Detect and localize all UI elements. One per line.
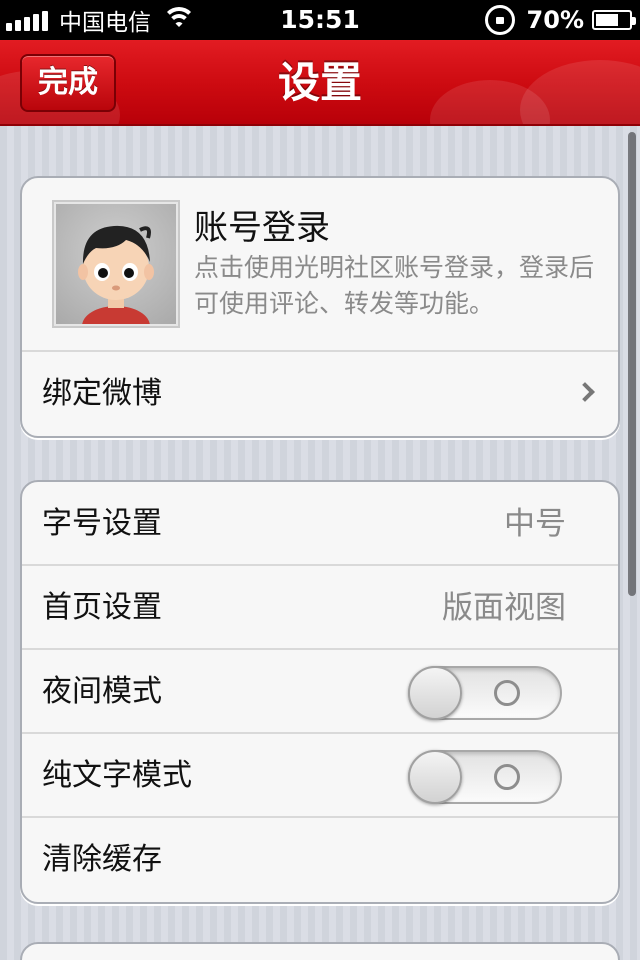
- battery-percent: 70%: [526, 6, 584, 34]
- account-login-description: 点击使用光明社区账号登录，登录后可使用评论、转发等功能。: [194, 253, 595, 318]
- cartoon-avatar-icon: [78, 225, 154, 326]
- avatar-image: [56, 204, 176, 326]
- settings-content[interactable]: 账号登录 点击使用光明社区账号登录，登录后可使用评论、转发等功能。 绑定微博 字…: [0, 126, 640, 960]
- font-size-row[interactable]: 字号设置 中号: [22, 482, 618, 566]
- bind-weibo-label: 绑定微博: [42, 376, 162, 411]
- font-size-label: 字号设置: [42, 506, 162, 541]
- chevron-right-icon: [575, 382, 595, 402]
- night-mode-toggle[interactable]: [408, 666, 562, 720]
- text-only-label: 纯文字模式: [42, 758, 192, 793]
- account-group: 账号登录 点击使用光明社区账号登录，登录后可使用评论、转发等功能。 绑定微博: [20, 176, 620, 438]
- avatar: [52, 200, 180, 328]
- text-only-row: 纯文字模式: [22, 734, 618, 818]
- home-page-row[interactable]: 首页设置 版面视图: [22, 566, 618, 650]
- navigation-bar: 完成 设置: [0, 40, 640, 126]
- text-only-toggle[interactable]: [408, 750, 562, 804]
- next-group: [20, 942, 620, 960]
- account-login-row[interactable]: 账号登录 点击使用光明社区账号登录，登录后可使用评论、转发等功能。: [22, 178, 618, 352]
- clear-cache-row[interactable]: 清除缓存: [22, 818, 618, 902]
- settings-group: 字号设置 中号 首页设置 版面视图 夜间模式 纯文字模式 清除缓存: [20, 480, 620, 904]
- status-right: 70%: [484, 0, 636, 40]
- toggle-knob: [408, 666, 462, 720]
- off-indicator-icon: [494, 764, 520, 790]
- home-page-value: 版面视图: [442, 590, 566, 626]
- battery-icon: [592, 10, 636, 30]
- account-login-title: 账号登录: [194, 208, 330, 248]
- clear-cache-label: 清除缓存: [42, 842, 162, 877]
- toggle-knob: [408, 750, 462, 804]
- font-size-value: 中号: [504, 506, 566, 542]
- off-indicator-icon: [494, 680, 520, 706]
- home-page-label: 首页设置: [42, 590, 162, 625]
- scrollbar[interactable]: [628, 132, 636, 596]
- bind-weibo-row[interactable]: 绑定微博: [22, 352, 618, 436]
- rotation-lock-icon: [484, 5, 515, 35]
- night-mode-label: 夜间模式: [42, 674, 162, 709]
- page-title: 设置: [277, 58, 362, 107]
- status-bar: 中国电信 15:51 70%: [0, 0, 640, 40]
- night-mode-row: 夜间模式: [22, 650, 618, 734]
- battery-fill: [596, 14, 619, 26]
